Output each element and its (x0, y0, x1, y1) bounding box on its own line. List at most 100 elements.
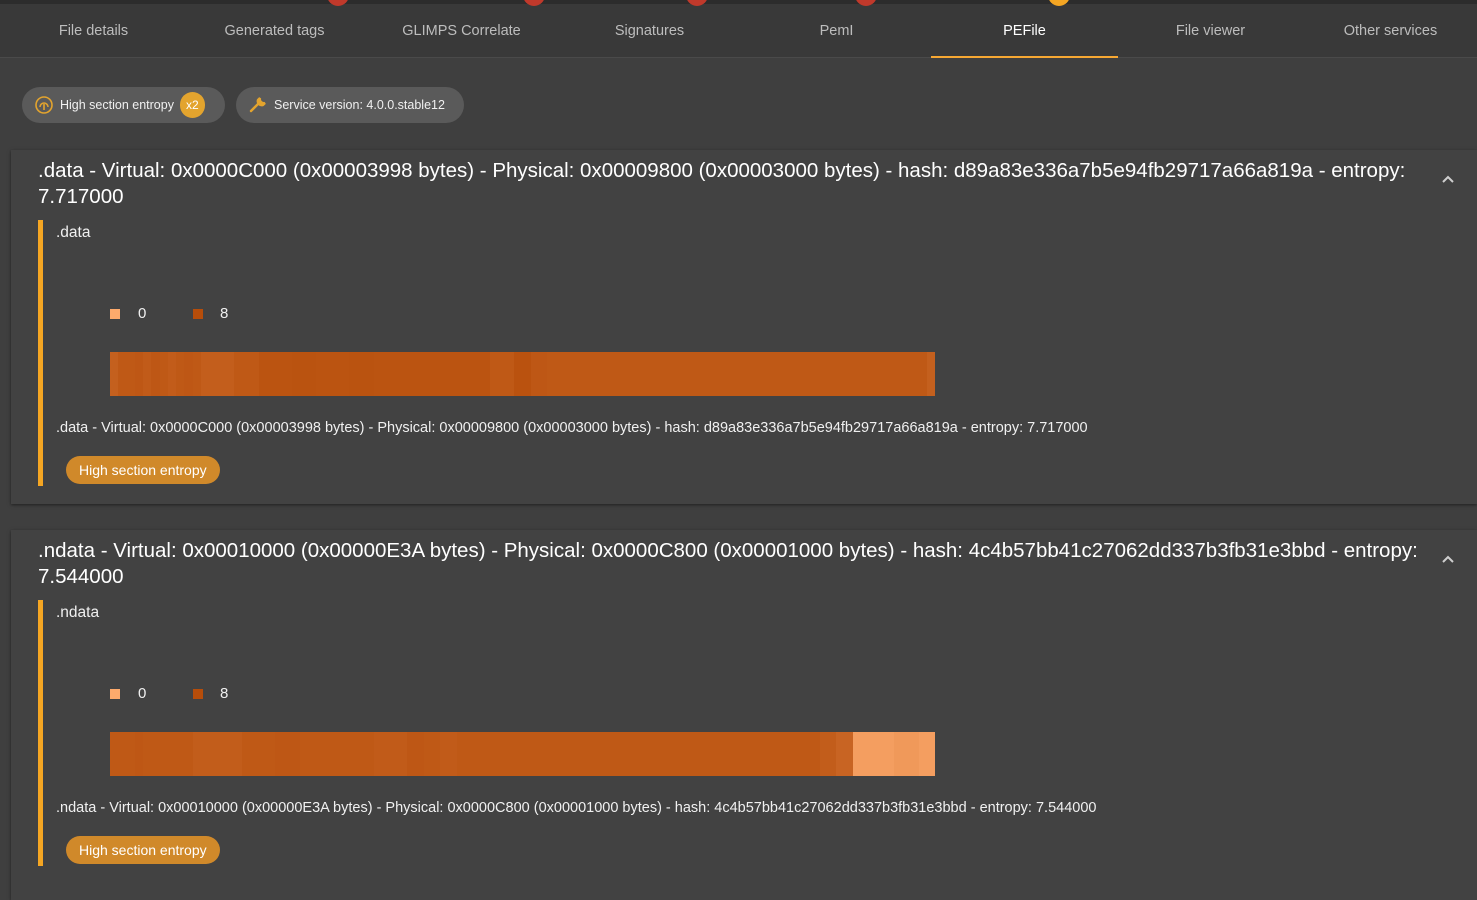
entropy-block (299, 352, 308, 396)
entropy-block (885, 352, 894, 396)
entropy-block (926, 352, 935, 396)
entropy-block (852, 352, 861, 396)
tab-file-viewer[interactable]: File viewer (1117, 4, 1304, 58)
entropy-block (588, 352, 597, 396)
entropy-block (869, 732, 878, 776)
entropy-block (580, 732, 589, 776)
entropy-block (167, 352, 176, 396)
heuristic-tag[interactable]: High section entropy (66, 456, 220, 484)
entropy-block (431, 352, 440, 396)
entropy-block (382, 732, 391, 776)
entropy-block (233, 352, 242, 396)
entropy-block (704, 352, 713, 396)
entropy-block (605, 732, 614, 776)
heuristic-tag[interactable]: High section entropy (66, 836, 220, 864)
entropy-block (440, 732, 449, 776)
entropy-block (803, 352, 812, 396)
section-title[interactable]: .data - Virtual: 0x0000C000 (0x00003998 … (38, 158, 1428, 210)
tab-label: File details (58, 23, 129, 39)
tab-label: Signatures (614, 23, 685, 39)
entropy-block (464, 352, 473, 396)
tab-pefile[interactable]: PEFile 14 (931, 0, 1118, 58)
entropy-block (192, 352, 201, 396)
entropy-block (720, 732, 729, 776)
tab-peml[interactable]: PemI 2 (743, 0, 930, 58)
entropy-block (382, 352, 391, 396)
entropy-block (481, 352, 490, 396)
entropy-block (638, 732, 647, 776)
entropy-block (918, 732, 927, 776)
tab-signatures[interactable]: Signatures 2 (556, 0, 743, 58)
entropy-block (563, 352, 572, 396)
entropy-block (365, 352, 374, 396)
wrench-icon (249, 97, 266, 113)
entropy-block (662, 732, 671, 776)
entropy-block (646, 352, 655, 396)
entropy-block (836, 352, 845, 396)
entropy-block (134, 352, 143, 396)
entropy-block (629, 352, 638, 396)
entropy-heuristic-chip[interactable]: High section entropy x2 (22, 87, 225, 123)
entropy-block (869, 352, 878, 396)
entropy-block (687, 732, 696, 776)
legend-high-label: 8 (220, 305, 229, 322)
entropy-block (407, 732, 416, 776)
tab-file-details[interactable]: File details (0, 4, 187, 58)
entropy-block (159, 352, 168, 396)
entropy-block (184, 732, 193, 776)
chevron-up-icon[interactable] (1441, 554, 1455, 564)
entropy-block (341, 352, 350, 396)
entropy-block (258, 732, 267, 776)
count-badge: 14 (1047, 0, 1070, 6)
tab-bar: File details Generated tags 13 GLIMPS Cor… (0, 0, 1477, 58)
entropy-block (308, 732, 317, 776)
entropy-block (679, 352, 688, 396)
tab-generated-tags[interactable]: Generated tags 13 (181, 0, 368, 58)
entropy-block (819, 352, 828, 396)
entropy-block (877, 352, 886, 396)
entropy-block (745, 352, 754, 396)
entropy-block (159, 732, 168, 776)
entropy-block (580, 352, 589, 396)
entropy-block (654, 732, 663, 776)
entropy-block (506, 732, 515, 776)
entropy-block (902, 732, 911, 776)
entropy-block (803, 732, 812, 776)
entropy-block (613, 732, 622, 776)
tab-other-services[interactable]: Other services (1304, 4, 1477, 58)
entropy-block (712, 352, 721, 396)
entropy-block (374, 352, 383, 396)
entropy-block (423, 352, 432, 396)
section-name: .data (56, 224, 91, 241)
entropy-block (209, 732, 218, 776)
entropy-block (770, 352, 779, 396)
entropy-block (266, 352, 275, 396)
entropy-block (431, 732, 440, 776)
entropy-block (662, 352, 671, 396)
chip-label: High section entropy (60, 98, 174, 112)
entropy-block (316, 732, 325, 776)
entropy-block (167, 732, 176, 776)
chevron-up-icon[interactable] (1441, 174, 1455, 184)
entropy-block (365, 732, 374, 776)
legend-low-swatch (110, 309, 120, 319)
entropy-block (728, 732, 737, 776)
entropy-block (621, 732, 630, 776)
entropy-graph (110, 732, 935, 776)
entropy-block (192, 732, 201, 776)
entropy-block (275, 732, 284, 776)
entropy-block (671, 732, 680, 776)
legend-low-label: 0 (138, 305, 147, 322)
entropy-block (126, 352, 135, 396)
entropy-block (349, 352, 358, 396)
tab-label: Generated tags (224, 23, 325, 39)
tab-glimps-correlate[interactable]: GLIMPS Correlate 2 (368, 0, 555, 58)
section-body: .data 0 8 .data - Virtual: 0x0000C000 (0… (38, 220, 1438, 486)
entropy-block (794, 732, 803, 776)
entropy-block (514, 352, 523, 396)
entropy-block (530, 732, 539, 776)
section-name: .ndata (56, 604, 100, 621)
entropy-block (910, 732, 919, 776)
section-title[interactable]: .ndata - Virtual: 0x00010000 (0x00000E3A… (38, 538, 1428, 590)
entropy-block (893, 732, 902, 776)
